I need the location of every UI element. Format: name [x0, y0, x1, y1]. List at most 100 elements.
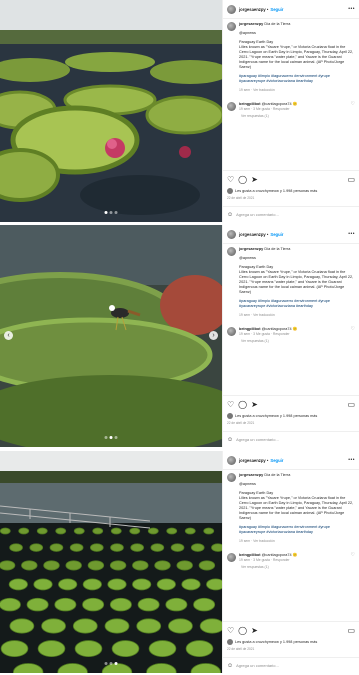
likes-summary[interactable]: Les gusta a cruzchymeow y 1.998 personas…	[227, 639, 357, 645]
lily-pad	[148, 640, 177, 658]
username[interactable]: jorgesaenzpy	[239, 458, 266, 463]
follow-button[interactable]: Seguir	[270, 232, 283, 237]
avatar[interactable]	[227, 455, 236, 465]
post-photo[interactable]	[0, 0, 222, 222]
comment-meta[interactable]: 19 sem · 3 Me gusta · Responder	[239, 332, 297, 337]
likes-text[interactable]: Les gusta a cruzchymeow y 1.998 personas…	[235, 189, 317, 193]
caption-username[interactable]: jorgesaenzpy	[239, 473, 263, 477]
username[interactable]: jorgesaenzpy	[239, 232, 266, 237]
share-icon[interactable]: ➤	[251, 175, 258, 184]
mention-link[interactable]: @apnews	[239, 256, 355, 261]
lily-pad	[154, 560, 171, 571]
follow-button[interactable]: Seguir	[270, 458, 283, 463]
separator: •	[265, 457, 269, 463]
save-icon[interactable]: ▭	[347, 175, 355, 184]
more-options-icon[interactable]: •••	[348, 231, 355, 237]
likes-summary[interactable]: Les gusta a cruzchymeow y 1.998 personas…	[227, 188, 357, 194]
comment-username[interactable]: beingpilibot	[239, 327, 261, 331]
avatar[interactable]	[227, 247, 236, 256]
mention-link[interactable]: @apnews	[239, 482, 355, 487]
hashtags[interactable]: #paraguay #limpio #lagunacerro #environm…	[239, 299, 355, 309]
add-comment-input[interactable]: Agrega un comentario...	[236, 437, 279, 442]
likes-text[interactable]: Les gusta a cruzchymeow y 1.998 personas…	[235, 414, 317, 418]
emoji-icon[interactable]: ☺	[227, 663, 233, 669]
action-bar: ♡ ◯ ➤ ▭	[223, 170, 359, 187]
separator: •	[265, 6, 269, 12]
lily-pad	[129, 527, 141, 535]
comment-like-icon[interactable]: ♡	[351, 553, 355, 558]
lily-pad	[0, 560, 16, 571]
lily-pad	[82, 578, 102, 591]
view-replies[interactable]: Ver respuestas (1)	[223, 339, 359, 343]
avatar[interactable]	[227, 4, 236, 14]
lily-pad	[90, 543, 104, 552]
emoji-icon[interactable]: ☺	[227, 437, 233, 443]
hashtags[interactable]: #paraguay #limpio #lagunacerro #environm…	[239, 74, 355, 84]
liker-avatar	[227, 413, 233, 419]
view-replies[interactable]: Ver respuestas (1)	[223, 565, 359, 569]
post-photo[interactable]	[0, 451, 222, 673]
more-options-icon[interactable]: •••	[348, 6, 355, 12]
caption-meta[interactable]: 19 sem · Ver traducción	[239, 313, 355, 318]
share-icon[interactable]: ➤	[251, 400, 258, 409]
add-comment-input[interactable]: Agrega un comentario...	[236, 663, 279, 668]
carousel-dots	[104, 436, 118, 439]
hashtags[interactable]: #paraguay #limpio #lagunacerro #environm…	[239, 525, 355, 535]
comment-meta[interactable]: 19 sem · 3 Me gusta · Responder	[239, 107, 297, 112]
mention-link[interactable]: @apnews	[239, 31, 355, 36]
previous-photo-icon[interactable]: ‹	[4, 331, 13, 340]
lily-pad	[65, 560, 82, 571]
caption-body: Paraguay Earth Day Lilies known as "Yaca…	[239, 40, 354, 69]
avatar[interactable]	[227, 473, 236, 482]
more-options-icon[interactable]: •••	[348, 457, 355, 463]
comment-like-icon[interactable]: ♡	[351, 327, 355, 332]
lily-pad	[166, 527, 178, 535]
caption-username[interactable]: jorgesaenzpy	[239, 247, 263, 251]
avatar[interactable]	[227, 22, 236, 31]
comment-username[interactable]: beingpilibot	[239, 553, 261, 557]
lily-pad	[33, 578, 53, 591]
likes-text[interactable]: Les gusta a cruzchymeow y 1.998 personas…	[235, 640, 317, 644]
lily-pad	[69, 543, 84, 552]
caption-username[interactable]: jorgesaenzpy	[239, 22, 263, 26]
likes-summary[interactable]: Les gusta a cruzchymeow y 1.998 personas…	[227, 413, 357, 419]
comment-icon[interactable]: ◯	[238, 626, 247, 635]
add-comment-bar: ☺ Agrega un comentario...	[223, 206, 359, 222]
lily-pad	[8, 578, 28, 591]
lily-pad	[36, 527, 48, 535]
avatar[interactable]	[227, 553, 236, 562]
lily-pad	[109, 560, 127, 571]
share-icon[interactable]: ➤	[251, 626, 258, 635]
carousel-dot	[104, 662, 108, 665]
comment-like-icon[interactable]: ♡	[351, 102, 355, 107]
post-date: 22 de abril de 2021	[227, 421, 255, 425]
caption-meta[interactable]: 19 sem · Ver traducción	[239, 539, 355, 544]
lily-pad	[132, 578, 152, 591]
caption-meta[interactable]: 19 sem · Ver traducción	[239, 88, 355, 93]
save-icon[interactable]: ▭	[347, 626, 355, 635]
lily-pad	[107, 578, 127, 591]
avatar[interactable]	[227, 327, 236, 336]
like-icon[interactable]: ♡	[227, 400, 234, 409]
emoji-icon[interactable]: ☺	[227, 212, 233, 218]
water-lily-photo-3	[0, 451, 222, 673]
avatar[interactable]	[227, 102, 236, 111]
add-comment-input[interactable]: Agrega un comentario...	[236, 212, 279, 217]
like-icon[interactable]: ♡	[227, 175, 234, 184]
follow-button[interactable]: Seguir	[270, 7, 283, 12]
view-replies[interactable]: Ver respuestas (1)	[223, 114, 359, 118]
post-photo[interactable]: ‹ ›	[0, 225, 222, 447]
comment-icon[interactable]: ◯	[238, 400, 247, 409]
water-lily-photo-2	[0, 225, 222, 447]
comment-meta[interactable]: 19 sem · 3 Me gusta · Responder	[239, 558, 297, 563]
next-photo-icon[interactable]: ›	[209, 331, 218, 340]
avatar[interactable]	[227, 229, 236, 239]
username[interactable]: jorgesaenzpy	[239, 7, 266, 12]
comment-icon[interactable]: ◯	[238, 175, 247, 184]
comment-text: @cantiagopora74 🙂	[261, 102, 298, 106]
comment-username[interactable]: beingpilibot	[239, 102, 261, 106]
save-icon[interactable]: ▭	[347, 400, 355, 409]
lily-pad	[132, 560, 149, 571]
lily-pad	[170, 543, 185, 552]
like-icon[interactable]: ♡	[227, 626, 234, 635]
